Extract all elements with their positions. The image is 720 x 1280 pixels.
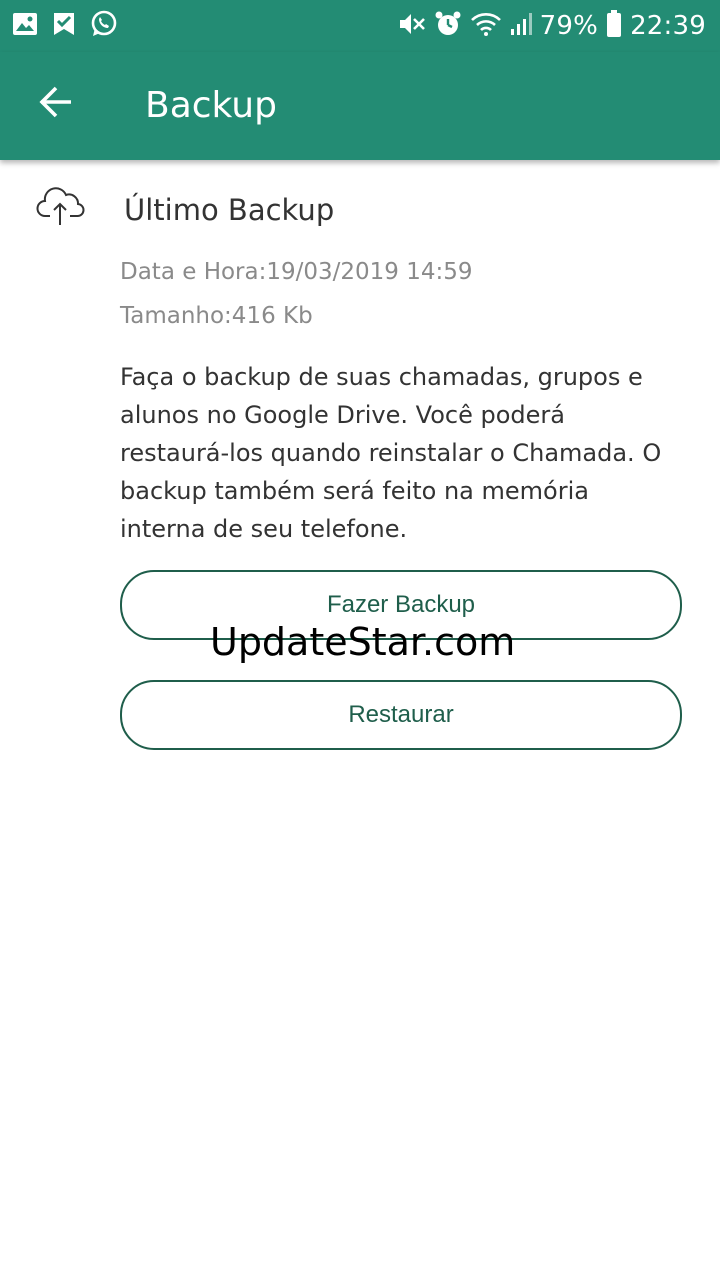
- back-button[interactable]: [26, 74, 86, 134]
- gallery-icon: [12, 12, 38, 40]
- clock: 22:39: [630, 11, 706, 41]
- battery-percent: 79%: [539, 11, 599, 41]
- make-backup-button[interactable]: Fazer Backup: [120, 570, 682, 640]
- app-bar: Backup: [0, 52, 720, 160]
- cloud-upload-icon: [36, 184, 86, 228]
- arrow-back-icon: [38, 85, 74, 123]
- battery-icon: [606, 10, 622, 42]
- signal-icon: [510, 12, 532, 40]
- backup-panel: Último Backup Data e Hora:19/03/2019 14:…: [0, 160, 720, 1280]
- status-bar: 79% 22:39: [0, 0, 720, 52]
- backup-description: Faça o backup de suas chamadas, grupos e…: [120, 363, 662, 543]
- alarm-icon: [434, 10, 462, 42]
- page-title: Backup: [145, 85, 277, 126]
- system-indicators: 79% 22:39: [398, 6, 706, 46]
- backup-size: Tamanho:416 Kb: [120, 303, 313, 329]
- whatsapp-icon: [90, 10, 118, 42]
- backup-date-time: Data e Hora:19/03/2019 14:59: [120, 259, 473, 285]
- check-badge-icon: [52, 11, 76, 41]
- wifi-icon: [470, 11, 502, 41]
- last-backup-title: Último Backup: [124, 193, 335, 227]
- notification-icons: [12, 8, 118, 44]
- restore-button[interactable]: Restaurar: [120, 680, 682, 750]
- mute-icon: [398, 11, 426, 41]
